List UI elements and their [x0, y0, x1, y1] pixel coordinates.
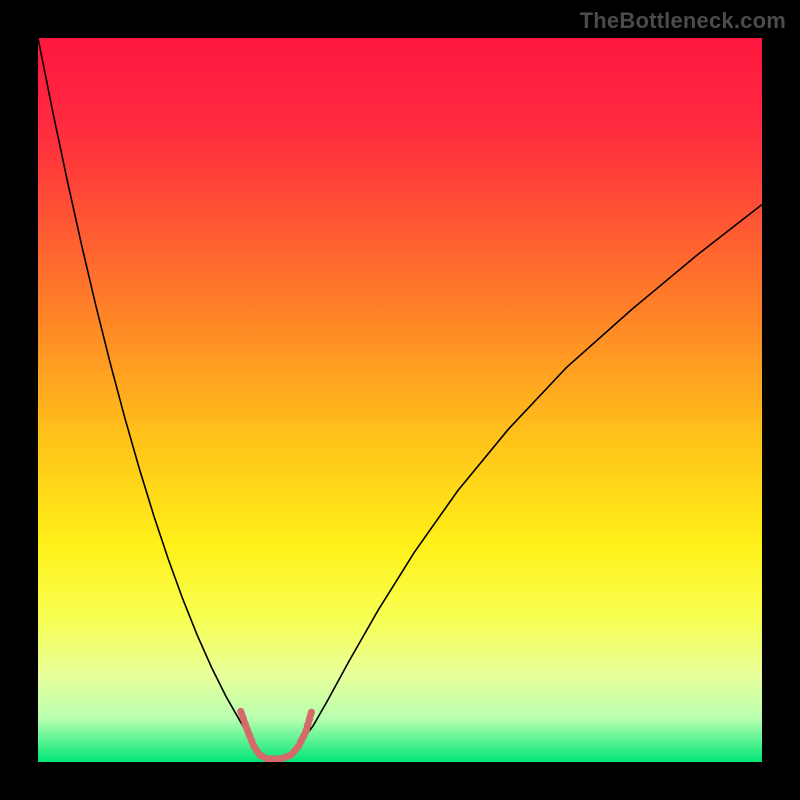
- chart-background: [38, 38, 762, 762]
- bottleneck-chart: [38, 38, 762, 762]
- chart-frame: TheBottleneck.com: [0, 0, 800, 800]
- watermark-text: TheBottleneck.com: [580, 8, 786, 34]
